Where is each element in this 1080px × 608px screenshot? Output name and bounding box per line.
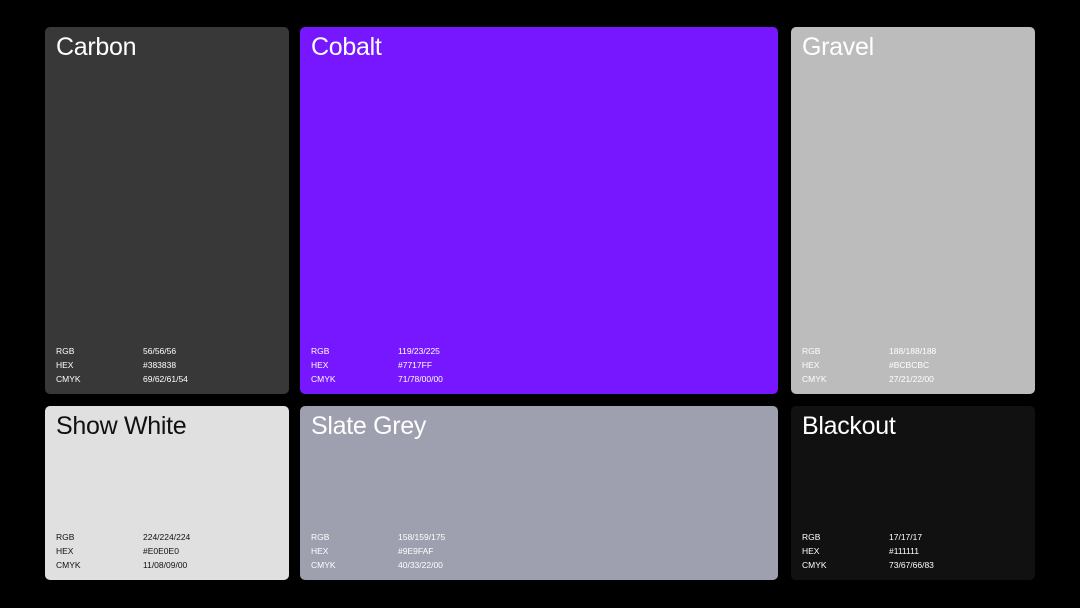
swatch-slate-grey: Slate Grey RGB 158/159/175 HEX #9E9FAF C… <box>300 406 778 580</box>
spec-label: CMYK <box>56 560 81 570</box>
spec-row-rgb: RGB 224/224/224 <box>56 530 256 544</box>
color-specs: RGB 56/56/56 HEX #383838 CMYK 69/62/61/5… <box>56 344 256 386</box>
spec-value: #9E9FAF <box>398 546 434 556</box>
spec-row-rgb: RGB 17/17/17 <box>802 530 1002 544</box>
spec-label: HEX <box>56 360 74 370</box>
swatch-show-white: Show White RGB 224/224/224 HEX #E0E0E0 C… <box>45 406 289 580</box>
spec-value: 11/08/09/00 <box>143 560 188 570</box>
spec-row-rgb: RGB 158/159/175 <box>311 530 511 544</box>
spec-row-rgb: RGB 119/23/225 <box>311 344 511 358</box>
spec-row-cmyk: CMYK 73/67/66/83 <box>802 558 1002 572</box>
spec-value: 158/159/175 <box>398 532 446 542</box>
spec-row-hex: HEX #BCBCBC <box>802 358 1002 372</box>
spec-value: 17/17/17 <box>889 532 923 542</box>
spec-label: HEX <box>56 546 74 556</box>
spec-value: 69/62/61/54 <box>143 374 188 384</box>
spec-row-cmyk: CMYK 27/21/22/00 <box>802 372 1002 386</box>
spec-row-hex: HEX #E0E0E0 <box>56 544 256 558</box>
spec-label: RGB <box>311 346 330 356</box>
spec-label: HEX <box>311 360 329 370</box>
spec-label: RGB <box>56 346 75 356</box>
spec-row-hex: HEX #7717FF <box>311 358 511 372</box>
spec-label: RGB <box>311 532 330 542</box>
spec-label: CMYK <box>311 374 336 384</box>
swatch-name: Blackout <box>802 412 896 440</box>
spec-row-rgb: RGB 56/56/56 <box>56 344 256 358</box>
swatch-name: Gravel <box>802 33 874 61</box>
swatch-name: Slate Grey <box>311 412 427 440</box>
spec-row-rgb: RGB 188/188/188 <box>802 344 1002 358</box>
spec-value: 224/224/224 <box>143 532 191 542</box>
spec-row-hex: HEX #111111 <box>802 544 1002 558</box>
spec-value: 56/56/56 <box>143 346 177 356</box>
spec-label: HEX <box>311 546 329 556</box>
spec-value: #BCBCBC <box>889 360 930 370</box>
spec-label: RGB <box>802 532 821 542</box>
spec-label: HEX <box>802 546 820 556</box>
spec-row-cmyk: CMYK 69/62/61/54 <box>56 372 256 386</box>
spec-value: #111111 <box>889 546 919 556</box>
swatch-carbon: Carbon RGB 56/56/56 HEX #383838 CMYK 69/… <box>45 27 289 394</box>
spec-label: CMYK <box>311 560 336 570</box>
spec-row-hex: HEX #383838 <box>56 358 256 372</box>
spec-value: 40/33/22/00 <box>398 560 443 570</box>
color-specs: RGB 224/224/224 HEX #E0E0E0 CMYK 11/08/0… <box>56 530 256 572</box>
spec-label: RGB <box>802 346 821 356</box>
color-specs: RGB 188/188/188 HEX #BCBCBC CMYK 27/21/2… <box>802 344 1002 386</box>
spec-label: CMYK <box>802 374 827 384</box>
swatch-gravel: Gravel RGB 188/188/188 HEX #BCBCBC CMYK … <box>791 27 1035 394</box>
color-specs: RGB 17/17/17 HEX #111111 CMYK 73/67/66/8… <box>802 530 1002 572</box>
spec-row-cmyk: CMYK 11/08/09/00 <box>56 558 256 572</box>
spec-value: #E0E0E0 <box>143 546 179 556</box>
spec-label: HEX <box>802 360 820 370</box>
spec-value: 71/78/00/00 <box>398 374 443 384</box>
swatch-cobalt: Cobalt RGB 119/23/225 HEX #7717FF CMYK 7… <box>300 27 778 394</box>
color-specs: RGB 158/159/175 HEX #9E9FAF CMYK 40/33/2… <box>311 530 511 572</box>
spec-value: 73/67/66/83 <box>889 560 934 570</box>
spec-label: CMYK <box>802 560 827 570</box>
spec-label: CMYK <box>56 374 81 384</box>
spec-value: #7717FF <box>398 360 433 370</box>
color-specs: RGB 119/23/225 HEX #7717FF CMYK 71/78/00… <box>311 344 511 386</box>
spec-value: 188/188/188 <box>889 346 937 356</box>
swatch-name: Carbon <box>56 33 137 61</box>
spec-value: 27/21/22/00 <box>889 374 934 384</box>
swatch-blackout: Blackout RGB 17/17/17 HEX #111111 CMYK 7… <box>791 406 1035 580</box>
spec-label: RGB <box>56 532 75 542</box>
swatch-name: Show White <box>56 412 187 440</box>
spec-row-cmyk: CMYK 40/33/22/00 <box>311 558 511 572</box>
spec-row-hex: HEX #9E9FAF <box>311 544 511 558</box>
spec-row-cmyk: CMYK 71/78/00/00 <box>311 372 511 386</box>
swatch-name: Cobalt <box>311 33 382 61</box>
spec-value: 119/23/225 <box>398 346 440 356</box>
spec-value: #383838 <box>143 360 177 370</box>
